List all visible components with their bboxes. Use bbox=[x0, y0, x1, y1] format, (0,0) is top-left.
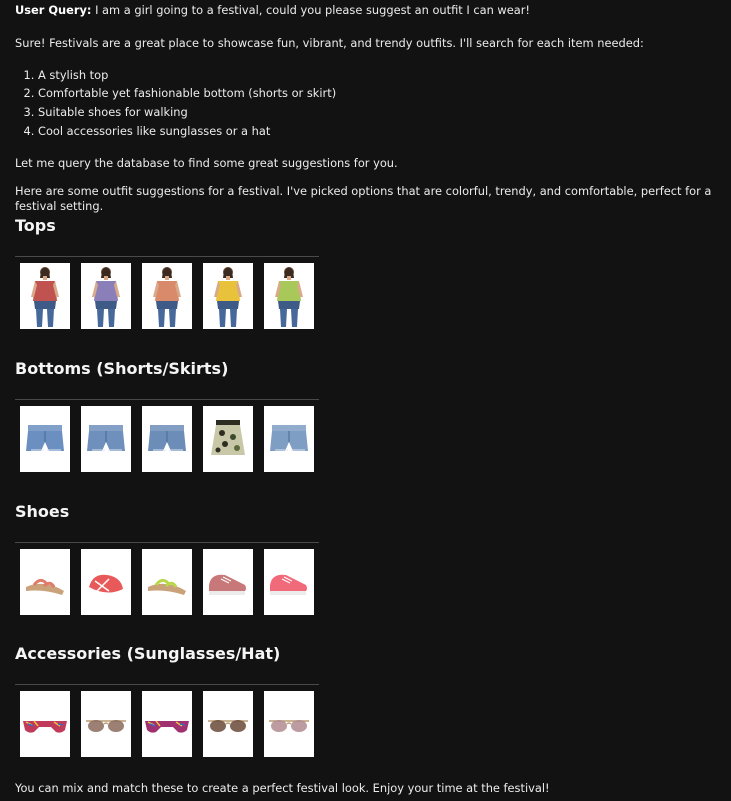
section-divider bbox=[15, 542, 319, 543]
section-divider bbox=[15, 684, 319, 685]
section-shoes: Shoes bbox=[15, 502, 319, 615]
model-top-icon[interactable] bbox=[20, 263, 70, 329]
product-row bbox=[15, 406, 319, 472]
sneaker-icon[interactable] bbox=[203, 549, 253, 615]
model-top-icon[interactable] bbox=[81, 263, 131, 329]
section-title: Shoes bbox=[15, 502, 70, 521]
sneaker-icon[interactable] bbox=[264, 549, 314, 615]
user-query-text: I am a girl going to a festival, could y… bbox=[91, 3, 530, 17]
query-note: Let me query the database to find some g… bbox=[15, 155, 398, 170]
user-query: User Query: I am a girl going to a festi… bbox=[15, 3, 731, 18]
section-title: Bottoms (Shorts/Skirts) bbox=[15, 359, 229, 378]
section-title: Accessories (Sunglasses/Hat) bbox=[15, 644, 281, 663]
printed-sunglasses-icon[interactable] bbox=[20, 691, 70, 757]
product-row bbox=[15, 263, 319, 329]
denim-shorts-icon[interactable] bbox=[264, 406, 314, 472]
intro-text: Sure! Festivals are a great place to sho… bbox=[15, 36, 644, 51]
user-query-label: User Query: bbox=[15, 3, 92, 17]
section-bottoms: Bottoms (Shorts/Skirts) bbox=[15, 359, 319, 472]
sunglasses-icon[interactable] bbox=[264, 691, 314, 757]
model-top-icon[interactable] bbox=[264, 263, 314, 329]
section-divider bbox=[15, 256, 319, 257]
denim-shorts-icon[interactable] bbox=[20, 406, 70, 472]
sandal-icon[interactable] bbox=[142, 549, 192, 615]
section-divider bbox=[15, 399, 319, 400]
denim-shorts-icon[interactable] bbox=[81, 406, 131, 472]
floral-skirt-icon[interactable] bbox=[203, 406, 253, 472]
product-row bbox=[15, 691, 319, 757]
sandal-icon[interactable] bbox=[20, 549, 70, 615]
section-accessories: Accessories (Sunglasses/Hat) bbox=[15, 644, 319, 757]
sunglasses-icon[interactable] bbox=[203, 691, 253, 757]
denim-shorts-icon[interactable] bbox=[142, 406, 192, 472]
model-top-icon[interactable] bbox=[142, 263, 192, 329]
product-row bbox=[15, 549, 319, 615]
sunglasses-icon[interactable] bbox=[81, 691, 131, 757]
summary-text: Here are some outfit suggestions for a f… bbox=[15, 183, 712, 214]
model-top-icon[interactable] bbox=[203, 263, 253, 329]
item-list: A stylish top Comfortable yet fashionabl… bbox=[15, 68, 731, 143]
section-tops: Tops bbox=[15, 216, 319, 329]
flat-shoe-icon[interactable] bbox=[81, 549, 131, 615]
outro-text: You can mix and match these to create a … bbox=[15, 781, 550, 795]
list-item: A stylish top bbox=[38, 68, 731, 87]
chat-message: User Query: I am a girl going to a festi… bbox=[0, 0, 731, 215]
printed-sunglasses-icon[interactable] bbox=[142, 691, 192, 757]
list-item: Cool accessories like sunglasses or a ha… bbox=[38, 124, 731, 143]
section-title: Tops bbox=[15, 216, 56, 235]
list-item: Comfortable yet fashionable bottom (shor… bbox=[38, 86, 731, 105]
list-item: Suitable shoes for walking bbox=[38, 105, 731, 124]
